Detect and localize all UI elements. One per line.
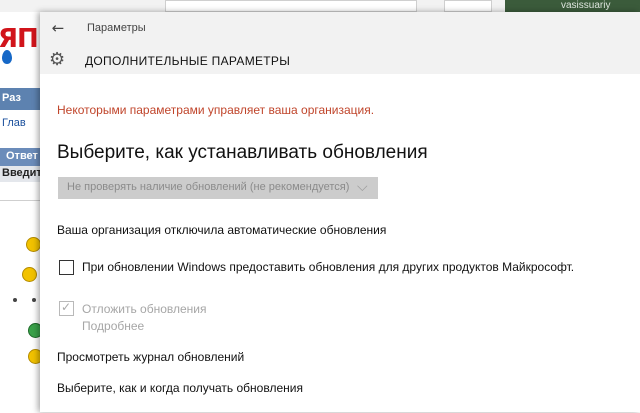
auto-updates-disabled-note: Ваша организация отключила автоматически… [57, 223, 387, 237]
settings-window: ← Параметры ⚙ ДОПОЛНИТЕЛЬНЫЕ ПАРАМЕТРЫ Н… [40, 12, 640, 412]
update-mode-dropdown: Не проверять наличие обновлений (не реко… [58, 177, 378, 199]
dot-icon [32, 298, 36, 302]
section-title: Выберите, как устанавливать обновления [57, 142, 428, 163]
settings-content: Некоторыми параметрами управляет ваша ор… [40, 74, 640, 412]
background-field[interactable] [444, 0, 492, 12]
other-products-checkbox[interactable] [59, 260, 74, 275]
page-header: ⚙ ДОПОЛНИТЕЛЬНЫЕ ПАРАМЕТРЫ [40, 44, 640, 74]
page-title: ДОПОЛНИТЕЛЬНЫЕ ПАРАМЕТРЫ [85, 54, 291, 68]
background-home-link[interactable]: Глав [0, 116, 40, 132]
smiley-icon[interactable] [26, 237, 41, 252]
background-home-link-label: Глав [2, 117, 26, 129]
window-title: Параметры [87, 22, 146, 34]
background-nav-bar[interactable]: Раз [0, 88, 40, 110]
smiley-icon[interactable] [22, 267, 37, 282]
background-enter-label: Введит [0, 166, 42, 182]
delivery-options-link[interactable]: Выберите, как и когда получать обновлени… [57, 381, 303, 395]
background-reply-header: Ответ [0, 148, 40, 166]
dot-icon [13, 298, 17, 302]
org-managed-notice: Некоторыми параметрами управляет ваша ор… [57, 103, 375, 117]
background-search-field[interactable] [165, 0, 417, 12]
background-username: vasissuariy [561, 0, 611, 11]
drop-icon [2, 50, 12, 64]
back-arrow-icon[interactable]: ← [50, 20, 66, 36]
other-products-label[interactable]: При обновлении Windows предоставить обно… [82, 260, 574, 274]
background-nav-label: Раз [2, 92, 21, 104]
chevron-down-icon: ⌵ [357, 179, 368, 195]
defer-updates-checkbox [59, 300, 74, 316]
background-user-panel: vasissuariy [505, 0, 640, 12]
background-enter-text: Введит [2, 167, 42, 179]
title-bar: ← Параметры [40, 12, 640, 44]
background-reply-label: Ответ [6, 150, 38, 162]
defer-more-link: Подробнее [82, 319, 145, 333]
update-history-link[interactable]: Просмотреть журнал обновлений [57, 350, 244, 364]
smiley-panel [0, 200, 43, 413]
defer-updates-label: Отложить обновления [82, 302, 207, 316]
gear-icon: ⚙ [49, 49, 66, 70]
update-mode-value: Не проверять наличие обновлений (не реко… [67, 181, 350, 193]
site-logo: ЯП [0, 20, 40, 68]
